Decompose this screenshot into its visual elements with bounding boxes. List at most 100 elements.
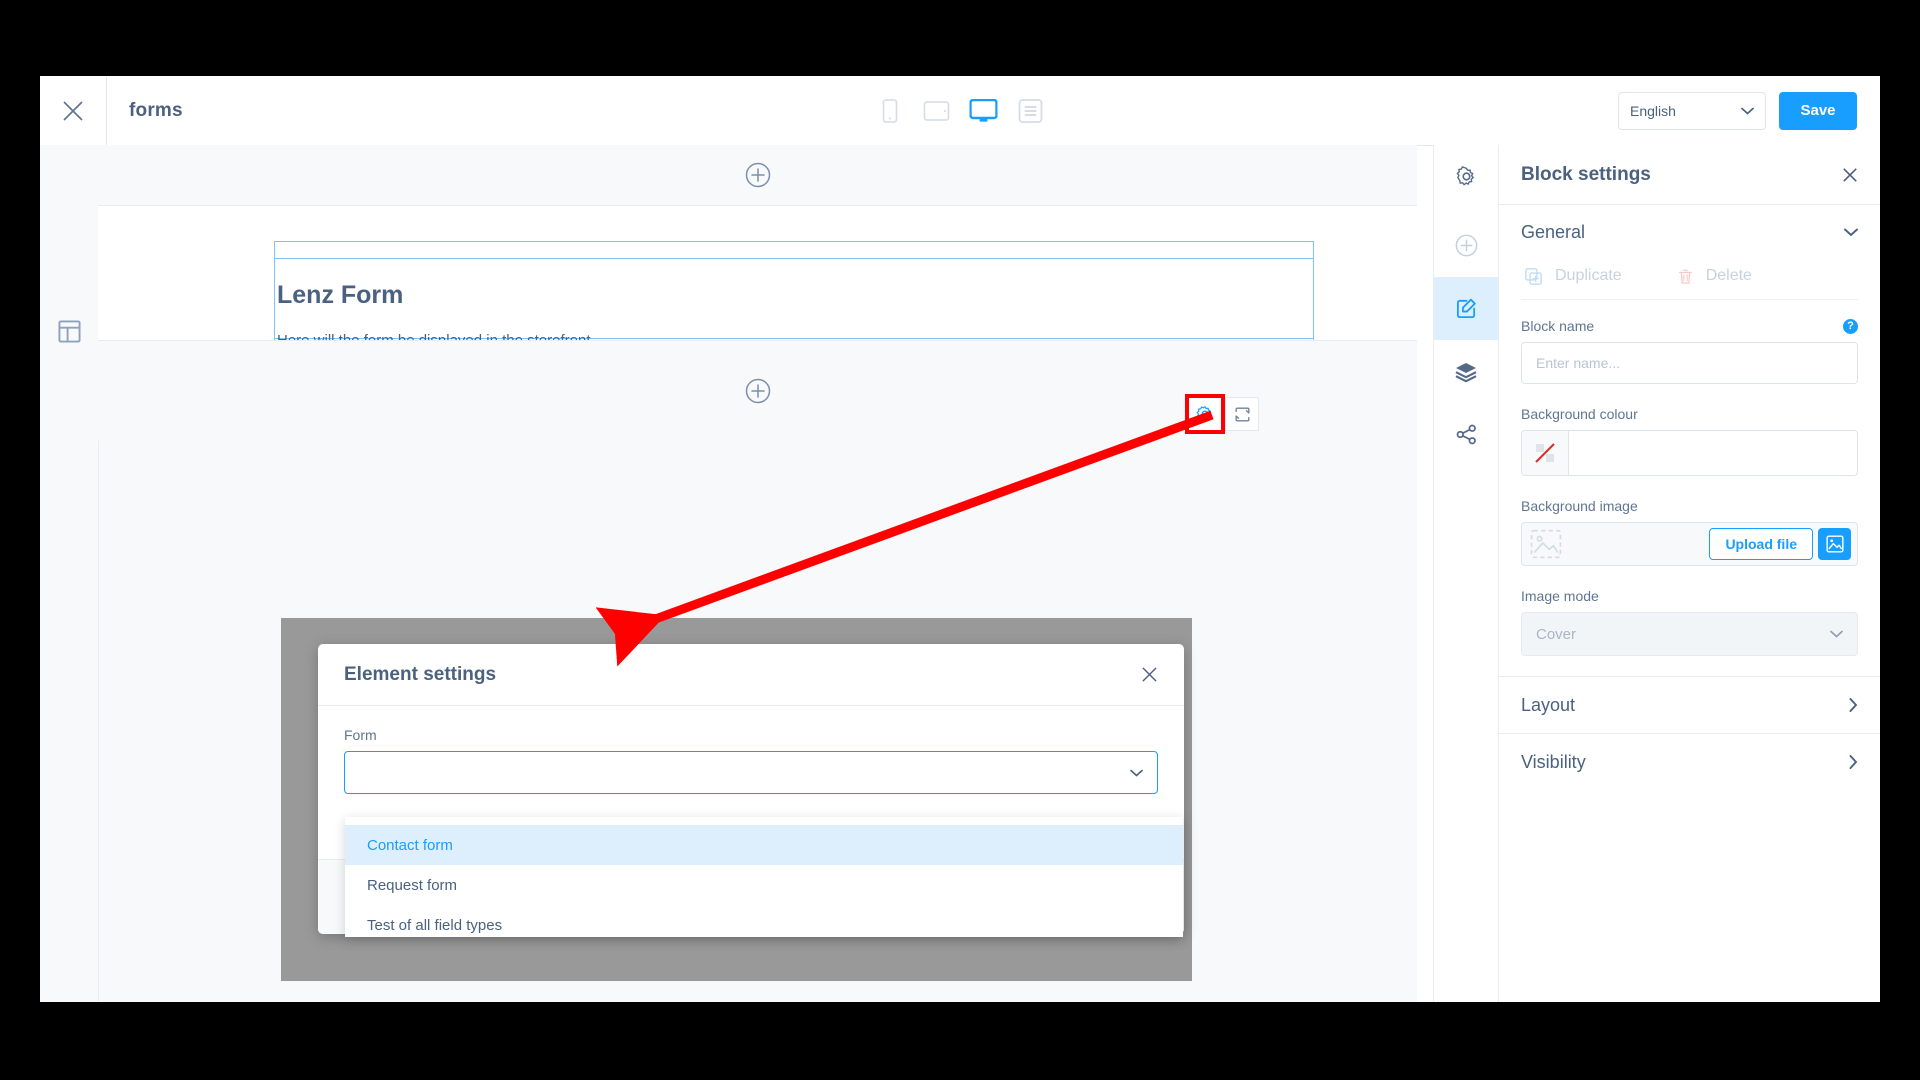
layers-icon (1455, 362, 1477, 382)
list-view-button[interactable] (1017, 97, 1045, 125)
duplicate-label: Duplicate (1555, 267, 1622, 284)
desktop-icon (969, 98, 998, 122)
no-colour-icon (1535, 443, 1555, 463)
element-settings-button[interactable] (1185, 394, 1225, 434)
element-swap-button[interactable] (1225, 397, 1259, 431)
form-field-label: Form (344, 727, 377, 743)
mobile-view-button[interactable] (876, 97, 904, 125)
dialog-title: Element settings (344, 663, 497, 685)
canvas-gutter (40, 145, 99, 1002)
block-name-input[interactable]: Enter name... (1521, 342, 1858, 384)
chevron-down-icon (1741, 107, 1754, 115)
dropdown-option-contact-form[interactable]: Contact form (345, 825, 1183, 865)
plus-circle-icon[interactable] (745, 162, 771, 188)
close-icon[interactable] (1842, 167, 1858, 183)
list-icon (1018, 98, 1043, 123)
accordion-visibility-label: Visibility (1521, 751, 1586, 772)
chevron-down-icon (1830, 630, 1843, 638)
tablet-view-button[interactable] (923, 97, 951, 125)
panel-header: Block settings (1499, 145, 1880, 205)
dropdown-option-test-of-all-field-types[interactable]: Test of all field types (345, 905, 1183, 945)
image-placeholder-icon (1530, 529, 1562, 559)
device-preview-group (876, 76, 1045, 145)
chevron-down-icon (1130, 769, 1143, 777)
accordion-layout[interactable]: Layout (1499, 676, 1880, 733)
plus-circle-icon (1455, 234, 1477, 257)
background-colour-field[interactable] (1521, 430, 1858, 476)
duplicate-delete-row: Duplicate Delete (1521, 259, 1858, 300)
colour-swatch-button[interactable] (1522, 431, 1569, 475)
form-select[interactable] (344, 751, 1158, 794)
selected-block[interactable]: Lenz Form Here will the form be displaye… (274, 241, 1314, 355)
close-icon (63, 100, 83, 121)
image-mode-value: Cover (1536, 625, 1577, 643)
option-label: Test of all field types (367, 916, 503, 934)
accordion-general-label: General (1521, 221, 1586, 242)
sidebar-item-add[interactable] (1434, 214, 1498, 277)
block-name-label-row: Block name ? (1521, 318, 1858, 334)
sidebar-item-layers[interactable] (1434, 340, 1498, 403)
panel-icon-rail (1433, 145, 1499, 1002)
option-label: Contact form (367, 836, 453, 854)
dialog-header: Element settings (318, 644, 1184, 706)
mobile-icon (882, 98, 897, 123)
background-image-field: Upload file (1521, 522, 1858, 566)
trash-icon (1678, 269, 1692, 284)
dropdown-option-request-form[interactable]: Request form (345, 865, 1183, 905)
share-icon (1456, 424, 1476, 445)
background-colour-label: Background colour (1521, 406, 1638, 422)
help-icon[interactable]: ? (1843, 318, 1858, 334)
duplicate-icon (1525, 267, 1542, 285)
block-settings-panel: Block settings General Duplicate Delete … (1499, 145, 1880, 1002)
duplicate-button[interactable]: Duplicate (1525, 267, 1622, 285)
delete-button[interactable]: Delete (1678, 267, 1752, 285)
save-button[interactable]: Save (1779, 91, 1857, 130)
sidebar-item-share[interactable] (1434, 403, 1498, 466)
app-window: forms English Save Lenz Form Element set… (40, 76, 1880, 1002)
desktop-view-button[interactable] (969, 97, 998, 125)
form-block-heading: Lenz Form (277, 281, 404, 309)
add-section-row-top[interactable] (98, 145, 1417, 206)
page-title: forms (129, 99, 183, 121)
sidebar-item-block[interactable] (1434, 277, 1498, 340)
delete-label: Delete (1705, 267, 1752, 284)
layout-icon[interactable] (58, 320, 81, 343)
top-bar-actions: English Save (1618, 76, 1857, 145)
block-name-label: Block name (1521, 318, 1595, 334)
upload-file-button[interactable]: Upload file (1709, 528, 1813, 560)
media-icon (1825, 535, 1844, 553)
tablet-icon (923, 100, 950, 121)
image-mode-label: Image mode (1521, 588, 1599, 604)
accordion-layout-label: Layout (1521, 694, 1576, 715)
element-toolbar (1185, 394, 1259, 434)
canvas-section: Lenz Form Here will the form be displaye… (98, 206, 1417, 355)
option-label: Request form (367, 876, 458, 894)
chevron-down-icon (1844, 228, 1858, 236)
plus-circle-icon[interactable] (745, 378, 771, 404)
close-editor-button[interactable] (40, 76, 107, 145)
media-picker-button[interactable] (1818, 528, 1851, 560)
panel-title: Block settings (1521, 163, 1651, 185)
gear-icon (1196, 406, 1212, 422)
accordion-general-header[interactable]: General (1499, 205, 1880, 259)
edit-block-icon (1456, 298, 1476, 319)
background-image-label: Background image (1521, 498, 1638, 514)
editor-canvas: Lenz Form Here will the form be displaye… (40, 145, 1417, 1002)
selected-element[interactable]: Lenz Form Here will the form be displaye… (275, 258, 1313, 349)
accordion-visibility[interactable]: Visibility (1499, 733, 1880, 790)
close-icon[interactable] (1141, 666, 1158, 683)
chevron-right-icon (1849, 755, 1858, 769)
top-bar: forms English Save (40, 76, 1880, 146)
sidebar-item-settings[interactable] (1434, 145, 1498, 208)
gear-icon (1456, 166, 1474, 186)
language-value: English (1630, 102, 1676, 119)
background-colour-value[interactable] (1569, 431, 1857, 475)
dialog-body: Form (318, 706, 1184, 794)
block-name-placeholder: Enter name... (1536, 355, 1621, 371)
language-select[interactable]: English (1618, 91, 1766, 130)
image-mode-select[interactable]: Cover (1521, 612, 1858, 656)
chevron-right-icon (1849, 698, 1858, 712)
